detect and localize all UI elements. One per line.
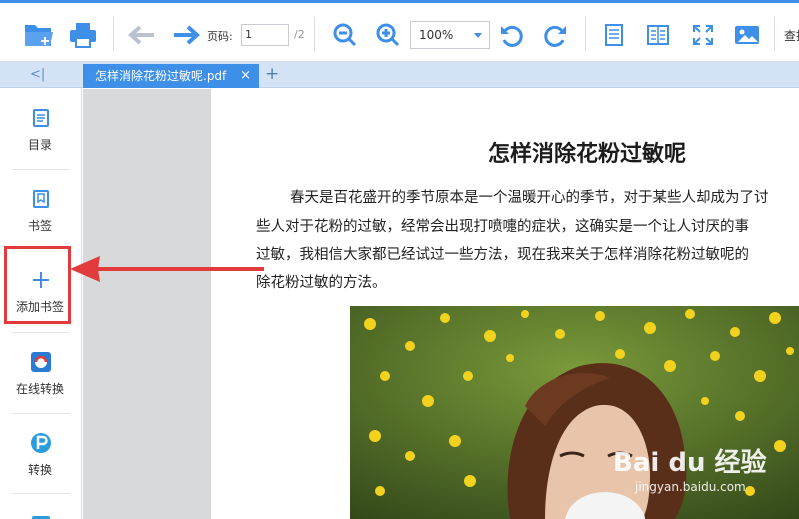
close-icon[interactable]: × — [240, 64, 251, 88]
sidebar-item-label: 书签 — [27, 219, 52, 233]
previous-page-icon[interactable] — [126, 22, 158, 48]
page-total: /2 — [294, 28, 305, 41]
paragraph-line: 些人对于花粉的过敏，经常会出现打喷嚏的症状，这确实是一个让人讨厌的事 — [256, 219, 749, 235]
highlight-box — [4, 246, 71, 324]
annotation-arrow-icon — [70, 256, 264, 282]
toc-icon — [30, 107, 52, 129]
toolbar-divider — [314, 17, 315, 51]
next-page-icon[interactable] — [170, 22, 202, 48]
fullscreen-icon[interactable] — [689, 21, 717, 49]
zoom-out-icon[interactable] — [330, 20, 360, 50]
toolbar-divider — [113, 17, 114, 51]
sidebar: 目录 书签 添加书签 在线转换 转换 — [0, 89, 82, 519]
rotate-right-icon[interactable] — [540, 21, 570, 51]
collapse-sidebar-icon[interactable]: <| — [30, 67, 45, 82]
sidebar-item-label: 在线转换 — [15, 382, 64, 396]
paragraph-line: 过敏，我相信大家都已经试过一些方法，现在我来关于怎样消除花粉过敏呢的 — [256, 247, 749, 263]
print-icon[interactable] — [66, 19, 100, 51]
sidebar-item-label: 转换 — [27, 463, 52, 477]
bookmark-icon — [30, 188, 52, 210]
tab-document-label: 怎样消除花粉过敏呢.pdf — [95, 69, 227, 83]
watermark-url: jingyan.baidu.com — [635, 480, 746, 494]
sidebar-item-label: 目录 — [27, 138, 52, 152]
rotate-left-icon[interactable] — [497, 21, 527, 51]
share-icon — [30, 509, 52, 519]
watermark-text: Bai du 经验 — [613, 448, 767, 478]
zoom-level-select[interactable]: 100% — [410, 21, 490, 49]
open-folder-icon[interactable] — [22, 19, 56, 51]
tab-document[interactable]: 怎样消除花粉过敏呢.pdf × — [83, 64, 259, 88]
search-button[interactable]: 查找 — [784, 27, 799, 44]
toolbar-divider — [774, 17, 775, 51]
sidebar-item-convert[interactable]: 转换 — [6, 414, 74, 492]
tab-bar: <| 怎样消除花粉过敏呢.pdf × + — [0, 62, 799, 88]
convert-icon — [30, 432, 52, 454]
toolbar: 页码: 1 /2 100% 查找 — [0, 0, 799, 62]
single-page-view-icon[interactable] — [600, 21, 628, 49]
two-page-view-icon[interactable] — [644, 21, 672, 49]
zoom-level-value: 100% — [419, 28, 454, 42]
sidebar-divider — [12, 493, 70, 494]
zoom-in-icon[interactable] — [373, 20, 403, 50]
paragraph-line: 除花粉过敏的方法。 — [256, 275, 387, 291]
sidebar-item-toc[interactable]: 目录 — [6, 89, 74, 167]
add-tab-icon[interactable]: + — [265, 64, 279, 84]
document-title: 怎样消除花粉过敏呢 — [488, 142, 687, 167]
page-number-label: 页码: — [207, 30, 233, 43]
sidebar-item-partial[interactable] — [6, 497, 74, 519]
online-convert-icon — [30, 351, 52, 373]
paragraph-line: 春天是百花盛开的季节原本是一个温暖开心的季节，对于某些人却成为了讨 — [290, 190, 769, 206]
toolbar-divider — [585, 17, 586, 51]
sidebar-item-bookmarks[interactable]: 书签 — [6, 170, 74, 248]
page-number-input[interactable]: 1 — [241, 24, 289, 46]
chevron-down-icon — [474, 33, 482, 38]
sidebar-item-online-convert[interactable]: 在线转换 — [6, 333, 74, 411]
image-icon[interactable] — [731, 21, 763, 49]
